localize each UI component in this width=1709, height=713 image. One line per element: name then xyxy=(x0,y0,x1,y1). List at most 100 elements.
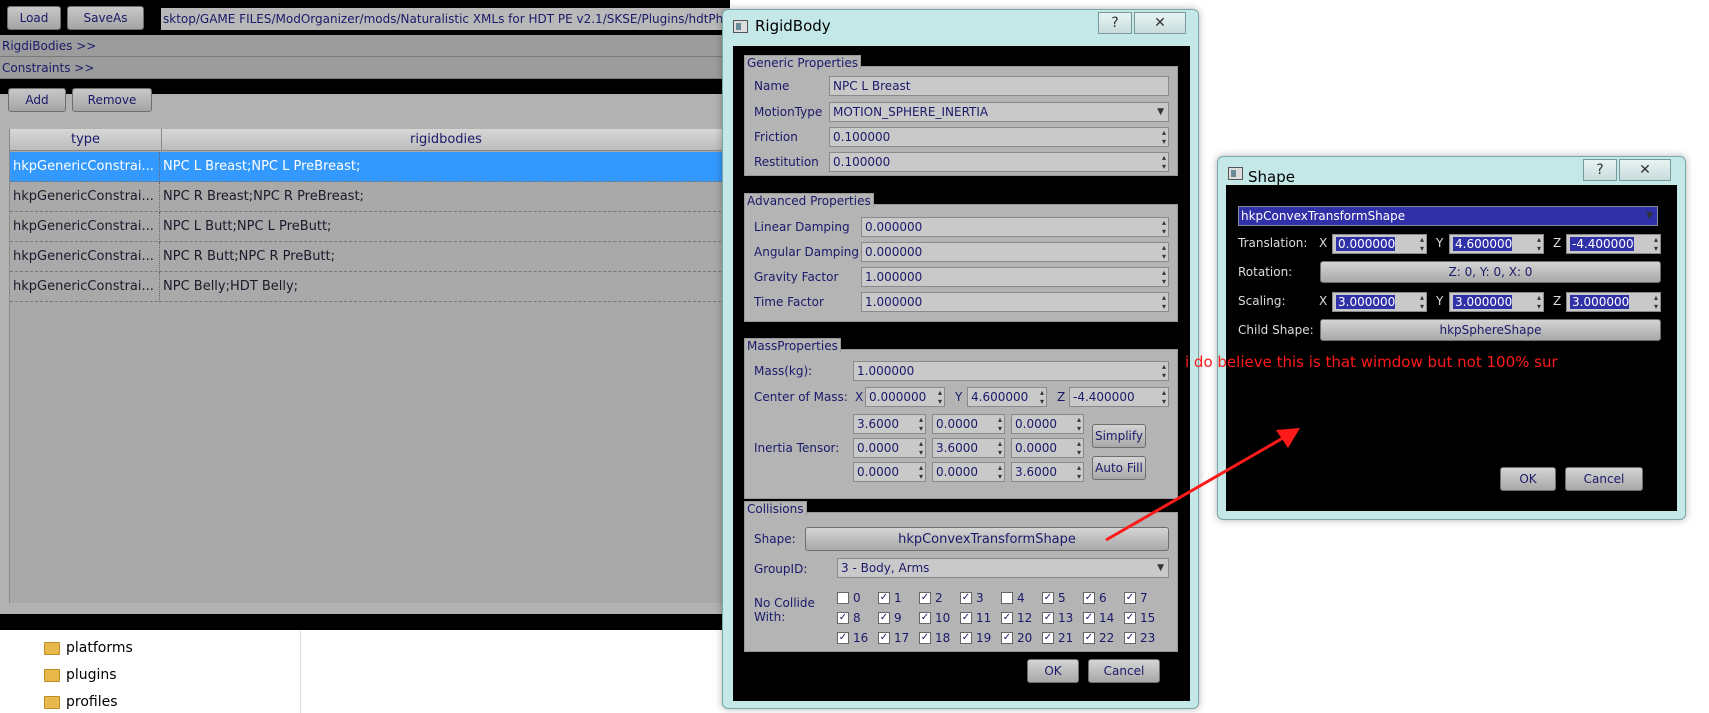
time-factor-spinbox[interactable]: 1.000000 xyxy=(861,292,1169,312)
checkbox-box[interactable] xyxy=(1124,592,1136,604)
checkbox-box[interactable] xyxy=(878,632,890,644)
checkbox-box[interactable] xyxy=(919,592,931,604)
no-collide-checkbox[interactable]: 1 xyxy=(878,591,902,605)
checkbox-box[interactable] xyxy=(1124,612,1136,624)
no-collide-checkbox[interactable]: 7 xyxy=(1124,591,1148,605)
no-collide-checkbox[interactable]: 15 xyxy=(1124,611,1155,625)
tensor-cell[interactable]: 0.0000 xyxy=(853,438,926,458)
rotation-button[interactable]: Z: 0, Y: 0, X: 0 xyxy=(1320,261,1661,283)
no-collide-checkbox[interactable]: 2 xyxy=(919,591,943,605)
checkbox-box[interactable] xyxy=(878,612,890,624)
groupid-select[interactable]: 3 - Body, Arms xyxy=(837,558,1169,578)
no-collide-checkbox[interactable]: 21 xyxy=(1042,631,1073,645)
linear-damping-spinbox[interactable]: 0.000000 xyxy=(861,217,1169,237)
checkbox-box[interactable] xyxy=(1042,592,1054,604)
folder-item[interactable]: profiles xyxy=(44,690,118,713)
checkbox-box[interactable] xyxy=(837,592,849,604)
child-shape-button[interactable]: hkpSphereShape xyxy=(1320,319,1661,341)
shape-type-select[interactable]: hkpConvexTransformShape xyxy=(1238,206,1658,226)
com-x-spinbox[interactable]: 0.000000 xyxy=(865,387,945,407)
no-collide-checkbox[interactable]: 4 xyxy=(1001,591,1025,605)
constraints-section-header[interactable]: Constraints >> xyxy=(0,57,730,79)
checkbox-box[interactable] xyxy=(960,592,972,604)
checkbox-box[interactable] xyxy=(1124,632,1136,644)
tensor-cell[interactable]: 3.6000 xyxy=(853,414,926,434)
no-collide-checkbox[interactable]: 3 xyxy=(960,591,984,605)
checkbox-box[interactable] xyxy=(1001,612,1013,624)
checkbox-box[interactable] xyxy=(1001,592,1013,604)
tensor-cell[interactable]: 0.0000 xyxy=(853,462,926,482)
translation-z-spinbox[interactable]: -4.400000 xyxy=(1566,234,1661,254)
file-path-field[interactable]: sktop/GAME FILES/ModOrganizer/mods/Natur… xyxy=(161,8,730,30)
no-collide-checkbox[interactable]: 23 xyxy=(1124,631,1155,645)
mass-spinbox[interactable]: 1.000000 xyxy=(853,361,1169,381)
checkbox-box[interactable] xyxy=(1001,632,1013,644)
saveas-button[interactable]: SaveAs xyxy=(67,6,144,30)
column-header-rigidbodies[interactable]: rigidbodies xyxy=(162,129,731,151)
checkbox-box[interactable] xyxy=(960,632,972,644)
scaling-y-spinbox[interactable]: 3.000000 xyxy=(1449,292,1544,312)
friction-spinbox[interactable]: 0.100000 xyxy=(829,127,1169,147)
checkbox-box[interactable] xyxy=(919,612,931,624)
angular-damping-spinbox[interactable]: 0.000000 xyxy=(861,242,1169,262)
tensor-cell[interactable]: 3.6000 xyxy=(932,438,1005,458)
tensor-cell[interactable]: 0.0000 xyxy=(932,414,1005,434)
com-y-spinbox[interactable]: 4.600000 xyxy=(967,387,1047,407)
ok-button[interactable]: OK xyxy=(1500,467,1556,491)
rigidbodies-section-header[interactable]: RigdiBodies >> xyxy=(0,35,730,57)
no-collide-checkbox[interactable]: 17 xyxy=(878,631,909,645)
close-button[interactable]: ✕ xyxy=(1134,12,1186,34)
checkbox-box[interactable] xyxy=(1083,612,1095,624)
no-collide-checkbox[interactable]: 10 xyxy=(919,611,950,625)
no-collide-checkbox[interactable]: 8 xyxy=(837,611,861,625)
no-collide-checkbox[interactable]: 6 xyxy=(1083,591,1107,605)
motiontype-select[interactable]: MOTION_SPHERE_INERTIA xyxy=(829,102,1169,122)
help-button[interactable]: ? xyxy=(1098,12,1132,34)
tensor-cell[interactable]: 0.0000 xyxy=(1011,438,1084,458)
checkbox-box[interactable] xyxy=(837,632,849,644)
help-button[interactable]: ? xyxy=(1583,159,1617,181)
no-collide-checkbox[interactable]: 16 xyxy=(837,631,868,645)
no-collide-checkbox[interactable]: 14 xyxy=(1083,611,1114,625)
tensor-cell[interactable]: 0.0000 xyxy=(932,462,1005,482)
checkbox-box[interactable] xyxy=(878,592,890,604)
cancel-button[interactable]: Cancel xyxy=(1088,659,1160,683)
translation-y-spinbox[interactable]: 4.600000 xyxy=(1449,234,1544,254)
table-row[interactable]: hkpGenericConstrai... NPC Belly;HDT Belly… xyxy=(10,272,731,302)
no-collide-checkbox[interactable]: 18 xyxy=(919,631,950,645)
folder-item[interactable]: plugins xyxy=(44,663,117,687)
no-collide-checkbox[interactable]: 5 xyxy=(1042,591,1066,605)
no-collide-checkbox[interactable]: 22 xyxy=(1083,631,1114,645)
close-button[interactable]: ✕ xyxy=(1619,159,1671,181)
no-collide-checkbox[interactable]: 11 xyxy=(960,611,991,625)
no-collide-checkbox[interactable]: 0 xyxy=(837,591,861,605)
cancel-button[interactable]: Cancel xyxy=(1565,467,1643,491)
add-button[interactable]: Add xyxy=(8,88,66,112)
table-row[interactable]: hkpGenericConstrai... NPC L Butt;NPC L Pr… xyxy=(10,212,731,242)
checkbox-box[interactable] xyxy=(1083,632,1095,644)
checkbox-box[interactable] xyxy=(1042,632,1054,644)
checkbox-box[interactable] xyxy=(919,632,931,644)
no-collide-checkbox[interactable]: 13 xyxy=(1042,611,1073,625)
table-row[interactable]: hkpGenericConstrai... NPC L Breast;NPC L … xyxy=(10,152,731,182)
gravity-factor-spinbox[interactable]: 1.000000 xyxy=(861,267,1169,287)
no-collide-checkbox[interactable]: 20 xyxy=(1001,631,1032,645)
column-header-type[interactable]: type xyxy=(10,129,162,151)
translation-x-spinbox[interactable]: 0.000000 xyxy=(1332,234,1427,254)
table-row[interactable]: hkpGenericConstrai... NPC R Breast;NPC R … xyxy=(10,182,731,212)
load-button[interactable]: Load xyxy=(7,6,61,30)
checkbox-box[interactable] xyxy=(1083,592,1095,604)
ok-button[interactable]: OK xyxy=(1027,659,1079,683)
name-input[interactable]: NPC L Breast xyxy=(829,76,1169,96)
tensor-cell[interactable]: 3.6000 xyxy=(1011,462,1084,482)
remove-button[interactable]: Remove xyxy=(72,88,152,112)
folder-item[interactable]: platforms xyxy=(44,636,133,660)
checkbox-box[interactable] xyxy=(960,612,972,624)
tensor-cell[interactable]: 0.0000 xyxy=(1011,414,1084,434)
checkbox-box[interactable] xyxy=(837,612,849,624)
scaling-z-spinbox[interactable]: 3.000000 xyxy=(1566,292,1661,312)
table-row[interactable]: hkpGenericConstrai... NPC R Butt;NPC R Pr… xyxy=(10,242,731,272)
restitution-spinbox[interactable]: 0.100000 xyxy=(829,152,1169,172)
no-collide-checkbox[interactable]: 12 xyxy=(1001,611,1032,625)
checkbox-box[interactable] xyxy=(1042,612,1054,624)
